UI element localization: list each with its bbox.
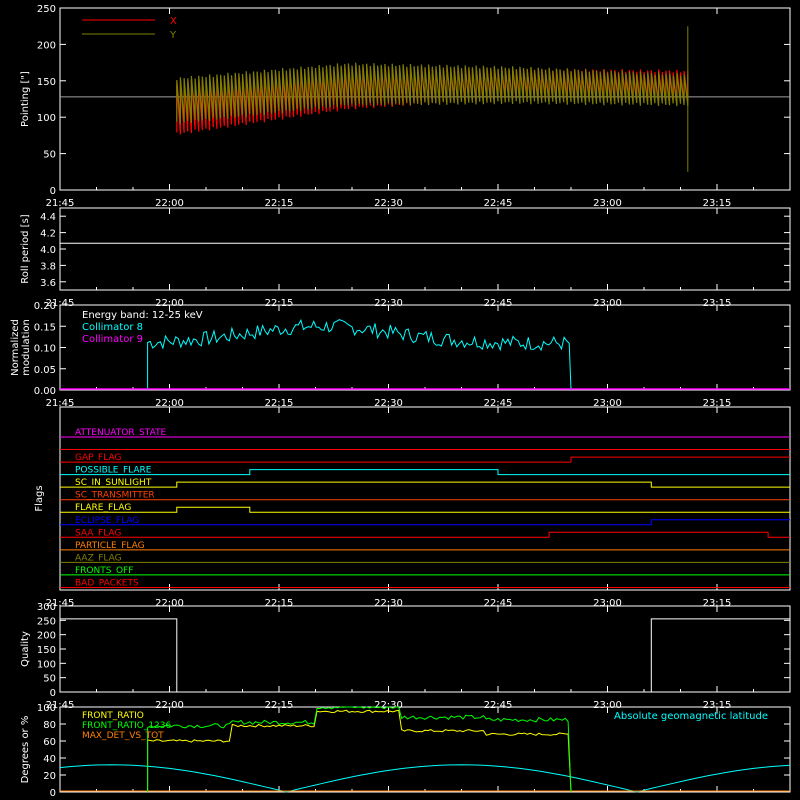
y-axis-label: Quality [20,631,31,667]
flag-line-eclipse-flag [60,519,790,526]
modulation-legend-label: Energy band: 12-25 keV [82,310,203,321]
y-tick-label: 20 [43,771,56,782]
y-tick-label: 0.10 [34,344,56,355]
y-tick-label: 100 [37,703,56,714]
flag-line-saa-flag [60,531,790,538]
y-tick-label: 80 [43,720,56,731]
flag-label-particle-flag: PARTICLE_FLAG [75,541,145,551]
x-tick-label: 22:00 [155,198,184,209]
y-tick-label: 0.15 [34,322,56,333]
x-tick-label: 23:15 [703,198,732,209]
flag-line-sc-in-sunlight [60,481,790,488]
flag-label-eclipse-flag: ECLIPSE_FLAG [75,516,139,526]
ratio-series-front-ratio [147,709,572,793]
y-tick-label: 0 [50,186,56,197]
flag-label-sc-in-sunlight: SC_IN_SUNLIGHT [75,478,152,488]
y-tick-label: 250 [37,616,56,627]
flag-line-possible-flare [60,469,790,476]
y-tick-label: 50 [43,674,56,685]
flag-label-fronts-off: FRONTS_OFF [75,566,133,576]
y-tick-label: 300 [37,602,56,613]
ratio-series-front-ratio-1236 [147,706,572,793]
y-tick-label: 0.05 [34,365,56,376]
y-tick-label: 100 [37,659,56,670]
y-axis-label: Flags [34,485,45,511]
y-tick-label: 150 [37,645,56,656]
y-tick-label: 4.4 [40,212,56,223]
y-tick-label: 3.6 [40,278,56,289]
y-tick-label: 0 [50,788,56,799]
y-tick-label: 50 [43,150,56,161]
y-tick-label: 4.2 [40,229,56,240]
quality-series [60,618,790,693]
flag-label-sc-transmitter: SC_TRANSMITTER [75,491,155,501]
y-tick-label: 250 [37,4,56,15]
flag-line-gap-flag [60,456,790,463]
pointing-series-y [176,62,689,124]
legend-label-x: X [170,16,177,27]
flag-label-bad-packets: BAD_PACKETS [75,578,139,588]
y-tick-label: 150 [37,77,56,88]
y-tick-label: 60 [43,737,56,748]
y-tick-label: 0.20 [34,301,56,312]
y-tick-label: 40 [43,754,56,765]
y-tick-label: 0.00 [34,386,56,397]
flag-label-aaz-flag: AAZ_FLAG [75,553,122,563]
y-axis-label: Pointing ["] [20,71,31,127]
y-axis-label: Roll period [s] [20,214,31,283]
latitude-legend-label: Absolute geomagnetic latitude [614,711,768,722]
y-tick-label: 100 [37,113,56,124]
y-tick-label: 200 [37,40,56,51]
x-tick-label: 22:45 [484,198,513,209]
y-axis-label: modulation [21,319,32,376]
panel-1-frame [59,207,791,291]
flag-label-possible-flare: POSSIBLE_FLARE [75,466,152,476]
x-tick-label: 23:00 [593,198,622,209]
y-tick-label: 0 [50,688,56,699]
collimator-8-series [147,318,572,391]
ratio-legend-label: FRONT_RATIO [82,711,144,721]
modulation-legend-label: Collimator 8 [82,322,143,333]
rhessi-quicklook-plot: 21:45 22:00 22:15 22:30 22:45 23:00 23:15 0 50 10… [10,4,791,799]
flag-label-flare-flag: FLARE_FLAG [75,503,131,513]
flag-line-flare-flag [60,506,790,513]
y-axis-label: Degrees or % [20,716,31,784]
y-tick-label: 200 [37,631,56,642]
x-tick-label: 21:45 [46,198,75,209]
y-tick-label: 4.0 [40,245,56,256]
flag-label-gap-flag: GAP_FLAG [75,453,121,463]
y-axis-label: Normalized [10,319,21,376]
x-tick-label: 22:15 [265,198,294,209]
modulation-legend-label: Collimator 9 [82,334,143,345]
x-tick-label: 22:30 [374,198,403,209]
y-tick-label: 3.8 [40,261,56,272]
flag-label-attenuator-state: ATTENUATOR_STATE [75,428,167,438]
legend-label-y: Y [169,30,177,41]
ratio-legend-label: MAX_DET_VS_TOT [82,731,164,741]
ratio-legend-label: FRONT_RATIO_1236 [82,721,172,731]
flag-label-saa-flag: SAA_FLAG [75,528,121,538]
